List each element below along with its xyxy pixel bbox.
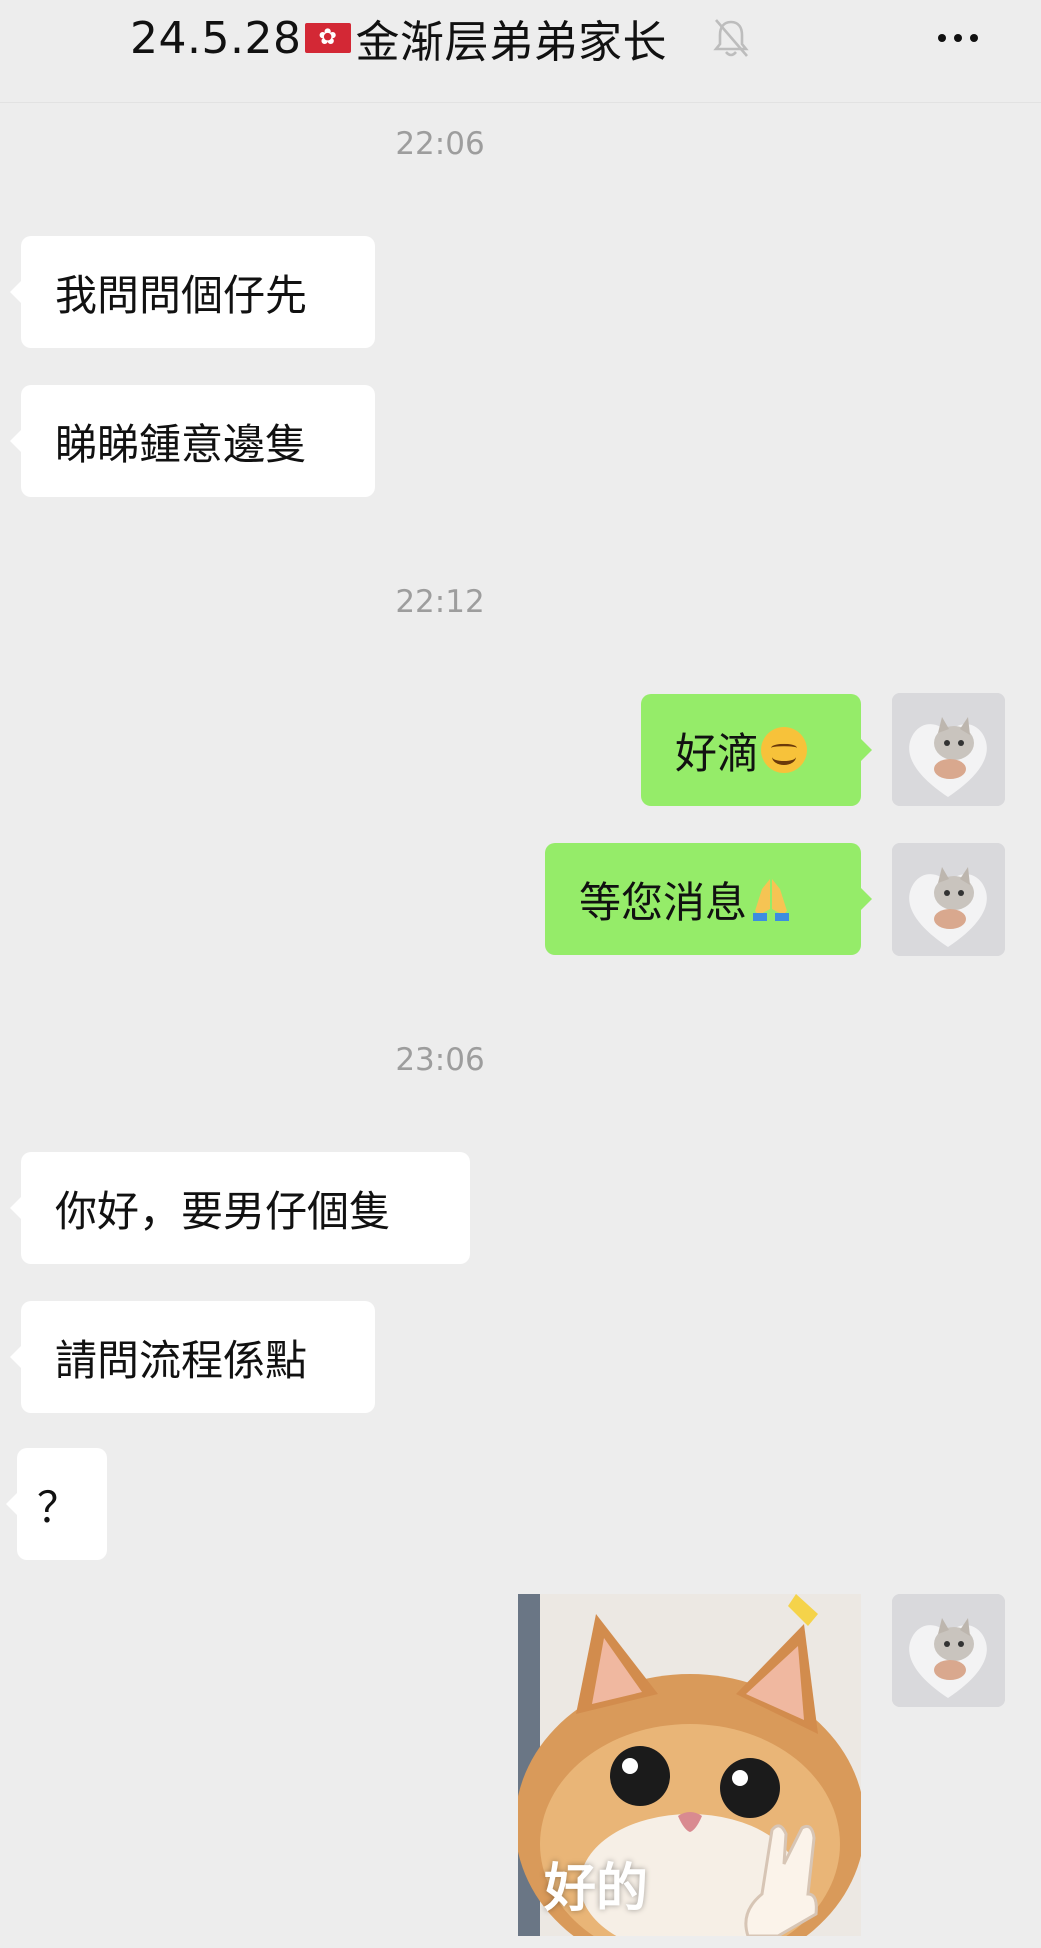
outgoing-message[interactable]: 好滴 — [641, 694, 872, 806]
avatar[interactable] — [892, 843, 1005, 956]
chat-title-name: 金渐层弟弟家长 — [355, 17, 667, 68]
more-options-button[interactable] — [928, 18, 988, 58]
avatar[interactable] — [892, 1594, 1005, 1707]
cat-avatar-icon — [892, 843, 1005, 956]
message-text: 等您消息 — [579, 877, 748, 927]
cat-avatar-icon — [892, 693, 1005, 806]
timestamp: 22:12 — [395, 584, 485, 620]
message-text: 我問問個仔先 — [55, 270, 308, 320]
incoming-message[interactable]: 請問流程係點 — [10, 1301, 375, 1413]
outgoing-message[interactable]: 等您消息 — [545, 843, 872, 955]
timestamp: 22:06 — [395, 126, 485, 162]
bell-off-icon — [713, 19, 749, 57]
hong-kong-flag-icon — [305, 23, 352, 53]
sticker-message[interactable]: 好的 — [518, 1594, 861, 1936]
chat-header: 24.5.28 金渐层弟弟家长 — [0, 0, 1041, 103]
cat-avatar-icon — [892, 1594, 1005, 1707]
chat-title-date: 24.5.28 — [130, 12, 302, 64]
smile-emoji-icon — [761, 727, 808, 773]
folded-hands-emoji-icon — [753, 879, 790, 921]
avatar[interactable] — [892, 693, 1005, 806]
sticker-caption: 好的 — [544, 1859, 649, 1919]
incoming-message[interactable]: ？ — [6, 1448, 107, 1560]
incoming-message[interactable]: 你好，要男仔個隻 — [10, 1152, 470, 1264]
message-text: 你好，要男仔個隻 — [55, 1186, 392, 1236]
more-dots-icon — [938, 34, 946, 42]
chat-screen: 24.5.28 金渐层弟弟家长 22:06 我問問個仔先 睇睇鍾意邊隻 22:1… — [0, 0, 1041, 1948]
message-text: 睇睇鍾意邊隻 — [55, 419, 308, 469]
message-text: 請問流程係點 — [55, 1335, 308, 1385]
message-text: ？ — [37, 1482, 80, 1532]
timestamp: 23:06 — [395, 1042, 485, 1078]
incoming-message[interactable]: 睇睇鍾意邊隻 — [10, 385, 375, 497]
message-text: 好滴 — [675, 728, 760, 778]
chat-title[interactable]: 24.5.28 金渐层弟弟家长 — [130, 12, 667, 69]
incoming-message[interactable]: 我問問個仔先 — [10, 236, 375, 348]
